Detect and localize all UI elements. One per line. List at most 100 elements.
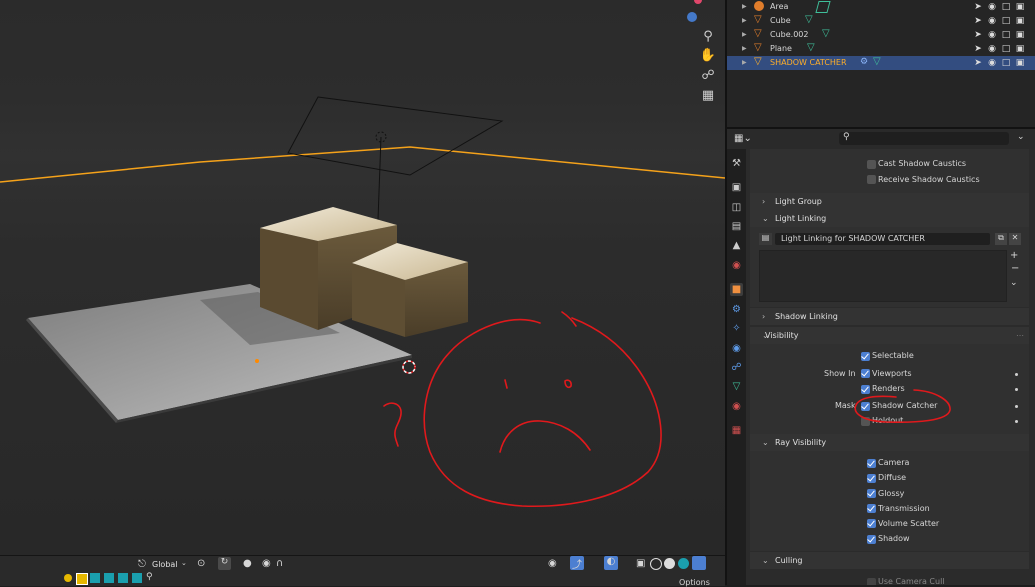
select-icon[interactable]: [90, 573, 100, 583]
ray-visibility-section[interactable]: ⌄ Ray Visibility: [750, 434, 1029, 451]
visibility-selector-icon[interactable]: ◉: [548, 558, 557, 569]
eye-icon[interactable]: ◉: [987, 2, 997, 12]
collection-icon[interactable]: ▤: [759, 233, 772, 245]
keyframe-dot[interactable]: [1015, 405, 1018, 408]
diffuse-ray-checkbox[interactable]: [867, 474, 876, 483]
eye-icon[interactable]: ◉: [987, 30, 997, 40]
render-tab-icon[interactable]: ▣: [730, 181, 743, 194]
texture-tab-icon[interactable]: ▦: [730, 424, 743, 437]
transmission-ray-checkbox[interactable]: [867, 504, 876, 513]
physics-tab-icon[interactable]: ◉: [730, 342, 743, 355]
xray-toggle-icon[interactable]: ▣: [636, 558, 645, 569]
light-linking-section[interactable]: ⌄ Light Linking: [750, 210, 1029, 227]
select-arrow-icon[interactable]: ➤: [973, 30, 983, 40]
drag-handle-icon[interactable]: ⋯: [1016, 327, 1024, 344]
falloff-icon[interactable]: ∩: [276, 558, 283, 569]
close-icon[interactable]: ✕: [1009, 233, 1021, 245]
search-icon[interactable]: ⚲: [146, 572, 153, 582]
cast-shadow-caustics-checkbox[interactable]: [867, 160, 876, 169]
light-linking-list[interactable]: [759, 250, 1007, 302]
select-icon[interactable]: [104, 573, 114, 583]
camera-icon[interactable]: ▣: [1015, 16, 1025, 26]
particles-tab-icon[interactable]: ✧: [730, 322, 743, 335]
camera-icon[interactable]: ▣: [1015, 30, 1025, 40]
remove-icon[interactable]: −: [1011, 263, 1019, 274]
material-tab-icon[interactable]: ◉: [730, 400, 743, 413]
holdout-checkbox[interactable]: [861, 417, 870, 426]
duplicate-icon[interactable]: ⧉: [995, 233, 1007, 245]
glossy-ray-checkbox[interactable]: [867, 489, 876, 498]
camera-icon[interactable]: ▣: [1015, 58, 1025, 68]
options-button[interactable]: Options: [679, 578, 710, 587]
keyframe-dot[interactable]: [1015, 388, 1018, 391]
monitor-icon[interactable]: □: [1001, 2, 1011, 12]
light-linking-collection-field[interactable]: Light Linking for SHADOW CATCHER: [775, 233, 990, 245]
shadow-ray-checkbox[interactable]: [867, 535, 876, 544]
camera-icon[interactable]: ▣: [1015, 2, 1025, 12]
pan-hand-icon[interactable]: ✋: [698, 46, 718, 66]
tool-tab-icon[interactable]: ⚒: [730, 157, 743, 170]
outliner-row-cube-002[interactable]: ▶ ▽ Cube.002 ▽ ➤ ◉ □ ▣: [727, 28, 1035, 42]
select-box-icon[interactable]: [76, 573, 88, 585]
outliner-row-cube[interactable]: ▶ ▽ Cube ▽ ➤ ◉ □ ▣: [727, 14, 1035, 28]
axis-gizmo[interactable]: [675, 0, 715, 26]
keyframe-dot[interactable]: [1015, 420, 1018, 423]
eye-icon[interactable]: ◉: [987, 16, 997, 26]
expand-arrow-icon[interactable]: ▶: [742, 42, 747, 56]
shading-material-icon[interactable]: [678, 558, 689, 569]
expand-arrow-icon[interactable]: ▶: [742, 28, 747, 42]
chevron-down-icon[interactable]: ⌄: [1010, 278, 1018, 288]
volume-scatter-ray-checkbox[interactable]: [867, 519, 876, 528]
view-layer-tab-icon[interactable]: ▤: [730, 220, 743, 233]
scene-tab-icon[interactable]: ▲: [730, 239, 743, 252]
shadow-catcher-checkbox[interactable]: [861, 402, 870, 411]
culling-section[interactable]: ⌄ Culling: [750, 552, 1029, 569]
shading-rendered-icon[interactable]: [692, 556, 706, 570]
overlay-toggle-icon[interactable]: ◐: [604, 556, 618, 570]
camera-icon[interactable]: ▣: [1015, 44, 1025, 54]
grid-toggle-icon[interactable]: ▦: [698, 86, 718, 106]
use-camera-cull-checkbox[interactable]: [867, 578, 876, 585]
monitor-icon[interactable]: □: [1001, 30, 1011, 40]
snap-icon[interactable]: ↻: [218, 557, 231, 570]
viewports-checkbox[interactable]: [861, 369, 870, 378]
snap-target-icon[interactable]: ●: [243, 558, 252, 569]
monitor-icon[interactable]: □: [1001, 16, 1011, 26]
modifier-tab-icon[interactable]: ⚙: [730, 303, 743, 316]
constraints-tab-icon[interactable]: ☍: [730, 361, 743, 374]
shading-solid-icon[interactable]: [664, 558, 675, 569]
select-arrow-icon[interactable]: ➤: [973, 58, 983, 68]
monitor-icon[interactable]: □: [1001, 58, 1011, 68]
select-arrow-icon[interactable]: ➤: [973, 44, 983, 54]
outliner-row-shadow-catcher[interactable]: ▶ ▽ SHADOW CATCHER ⚙ ▽ ➤ ◉ □ ▣: [727, 56, 1035, 70]
shading-wireframe-icon[interactable]: [650, 558, 662, 570]
select-icon[interactable]: [118, 573, 128, 583]
select-arrow-icon[interactable]: ➤: [973, 2, 983, 12]
transform-orientation-dropdown[interactable]: Global: [152, 560, 178, 569]
keyframe-dot[interactable]: [1015, 373, 1018, 376]
visibility-section[interactable]: ⌄ Visibility ⋯: [750, 327, 1029, 344]
pivot-point-icon[interactable]: ⊙: [197, 558, 205, 569]
monitor-icon[interactable]: □: [1001, 44, 1011, 54]
light-group-section[interactable]: › Light Group: [750, 193, 1029, 210]
zoom-icon[interactable]: ⚲: [698, 27, 718, 47]
chevron-down-icon[interactable]: ⌄: [1017, 132, 1025, 142]
data-tab-icon[interactable]: ▽: [730, 380, 743, 393]
expand-arrow-icon[interactable]: ▶: [742, 56, 747, 70]
select-arrow-icon[interactable]: ➤: [973, 16, 983, 26]
mode-icon[interactable]: [64, 574, 72, 582]
3d-viewport[interactable]: ⚲ ✋ ☍ ▦: [0, 0, 725, 555]
search-input[interactable]: ⚲: [839, 132, 1009, 145]
world-tab-icon[interactable]: ◉: [730, 259, 743, 272]
receive-shadow-caustics-checkbox[interactable]: [867, 175, 876, 184]
object-tab-icon[interactable]: ■: [730, 283, 743, 296]
add-icon[interactable]: +: [1010, 250, 1018, 261]
editor-type-icon[interactable]: ▦⌄: [734, 133, 752, 144]
shadow-linking-section[interactable]: › Shadow Linking: [750, 308, 1029, 325]
outliner-row-plane[interactable]: ▶ ▽ Plane ▽ ➤ ◉ □ ▣: [727, 42, 1035, 56]
eye-icon[interactable]: ◉: [987, 58, 997, 68]
renders-checkbox[interactable]: [861, 385, 870, 394]
camera-ray-checkbox[interactable]: [867, 459, 876, 468]
camera-view-icon[interactable]: ☍: [698, 66, 718, 86]
expand-arrow-icon[interactable]: ▶: [742, 14, 747, 28]
